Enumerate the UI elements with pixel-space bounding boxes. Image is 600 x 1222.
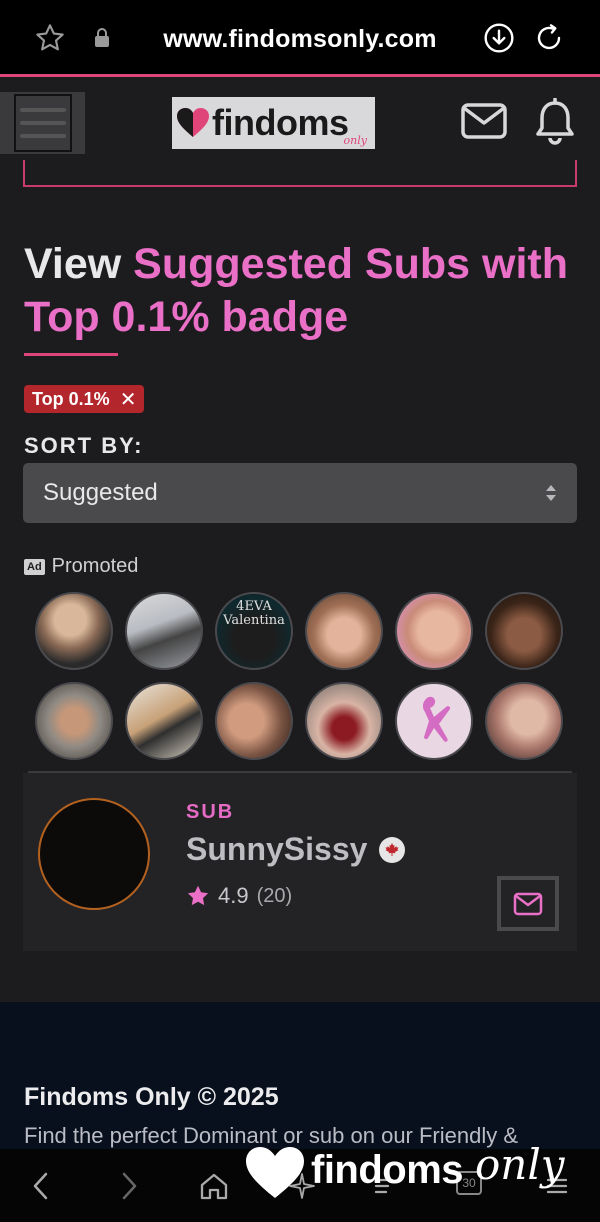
heart-watermark-icon	[246, 1147, 304, 1198]
promoted-avatar[interactable]	[35, 682, 113, 760]
select-arrows-icon	[546, 485, 556, 501]
bell-icon[interactable]	[534, 97, 576, 151]
star-icon[interactable]	[34, 22, 66, 54]
site-footer: Findoms Only © 2025 Find the perfect Dom…	[0, 1002, 600, 1152]
message-button[interactable]	[497, 876, 559, 931]
logo-text: findoms	[212, 102, 349, 143]
promoted-avatar[interactable]	[395, 592, 473, 670]
home-icon[interactable]	[197, 1169, 231, 1203]
sort-select[interactable]: Suggested	[23, 463, 577, 523]
sub-avatar[interactable]	[38, 798, 150, 910]
promoted-avatar[interactable]	[485, 682, 563, 760]
site-logo[interactable]: findoms only	[172, 97, 375, 149]
close-icon[interactable]: ✕	[120, 387, 137, 412]
ad-badge: Ad	[24, 558, 45, 575]
sort-value: Suggested	[43, 479, 158, 506]
sub-card[interactable]: SUB SunnySissy 4.9 (20)	[23, 773, 577, 951]
sub-rating: 4.9 (20)	[186, 883, 292, 909]
back-icon[interactable]	[24, 1169, 58, 1203]
mail-icon	[513, 892, 543, 915]
page-title: View Suggested Subs with Top 0.1% badge	[24, 240, 568, 341]
filter-chip-top-badge[interactable]: Top 0.1% ✕	[24, 385, 145, 413]
url-bar[interactable]: www.findomsonly.com	[120, 22, 480, 56]
heart-logo-icon	[177, 108, 209, 137]
promoted-avatar[interactable]	[35, 592, 113, 670]
promoted-label: Promoted	[51, 555, 139, 577]
rating-value: 4.9	[218, 883, 249, 908]
promoted-header: Ad Promoted	[24, 555, 138, 578]
promoted-avatar[interactable]	[305, 592, 383, 670]
promoted-avatar[interactable]	[125, 592, 203, 670]
watermark-script: only	[475, 1140, 565, 1189]
previous-card-edge	[23, 160, 577, 187]
logo-subtext: only	[343, 134, 367, 147]
promoted-avatar[interactable]	[305, 682, 383, 760]
site-header: findoms only	[0, 77, 600, 170]
hamburger-icon	[13, 94, 72, 152]
star-filled-icon	[187, 885, 209, 906]
lock-icon[interactable]	[86, 22, 118, 54]
watermark: findoms only	[243, 1140, 593, 1210]
sub-role-label: SUB	[186, 801, 235, 823]
footer-title: Findoms Only © 2025	[24, 1083, 279, 1111]
avatar-caption: 4EVA Valentina	[223, 599, 285, 628]
sort-label: SORT BY:	[24, 433, 144, 458]
promoted-avatar[interactable]	[215, 682, 293, 760]
menu-button[interactable]	[0, 92, 85, 154]
filter-chip-label: Top 0.1%	[32, 388, 110, 409]
reload-icon[interactable]	[533, 22, 565, 54]
silhouette-icon	[422, 696, 451, 742]
promoted-avatar[interactable]	[395, 682, 473, 760]
promoted-avatar[interactable]	[485, 592, 563, 670]
promoted-avatar[interactable]: 4EVA Valentina	[215, 592, 293, 670]
rating-count: (20)	[256, 884, 293, 907]
promoted-avatar[interactable]	[125, 682, 203, 760]
sub-name[interactable]: SunnySissy	[186, 831, 367, 868]
watermark-text: findoms	[311, 1148, 464, 1192]
canada-flag-icon	[379, 837, 405, 863]
mail-icon[interactable]	[460, 102, 508, 145]
browser-toolbar: www.findomsonly.com	[0, 0, 600, 76]
forward-icon[interactable]	[112, 1169, 146, 1203]
download-icon[interactable]	[483, 22, 515, 54]
title-underline	[24, 353, 118, 356]
